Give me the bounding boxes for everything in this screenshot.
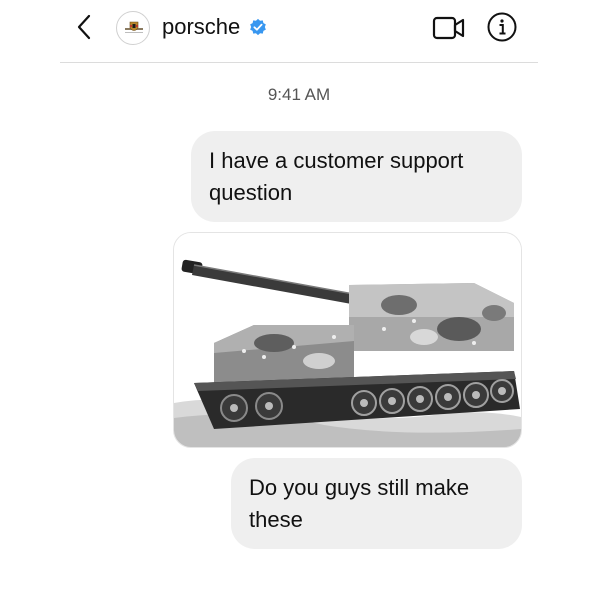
tank-photo[interactable]	[173, 232, 522, 448]
chevron-left-icon	[77, 14, 91, 40]
tank-image	[174, 233, 521, 447]
message-bubble[interactable]: I have a customer support question	[191, 131, 522, 222]
username[interactable]: porsche	[162, 12, 240, 42]
verified-badge-icon	[250, 18, 266, 36]
message-bubble[interactable]: Do you guys still make these	[231, 458, 522, 549]
porsche-crest-icon	[125, 21, 143, 33]
dm-thread-screen: porsche 9:41 AM I have a customer suppor…	[0, 0, 598, 598]
back-button[interactable]	[72, 12, 98, 42]
info-icon	[487, 12, 517, 42]
chat-header: porsche	[60, 0, 538, 63]
info-button[interactable]	[486, 11, 518, 43]
video-camera-icon	[432, 16, 465, 40]
message-timestamp: 9:41 AM	[267, 85, 331, 104]
avatar[interactable]	[116, 11, 150, 45]
video-call-button[interactable]	[432, 14, 466, 42]
